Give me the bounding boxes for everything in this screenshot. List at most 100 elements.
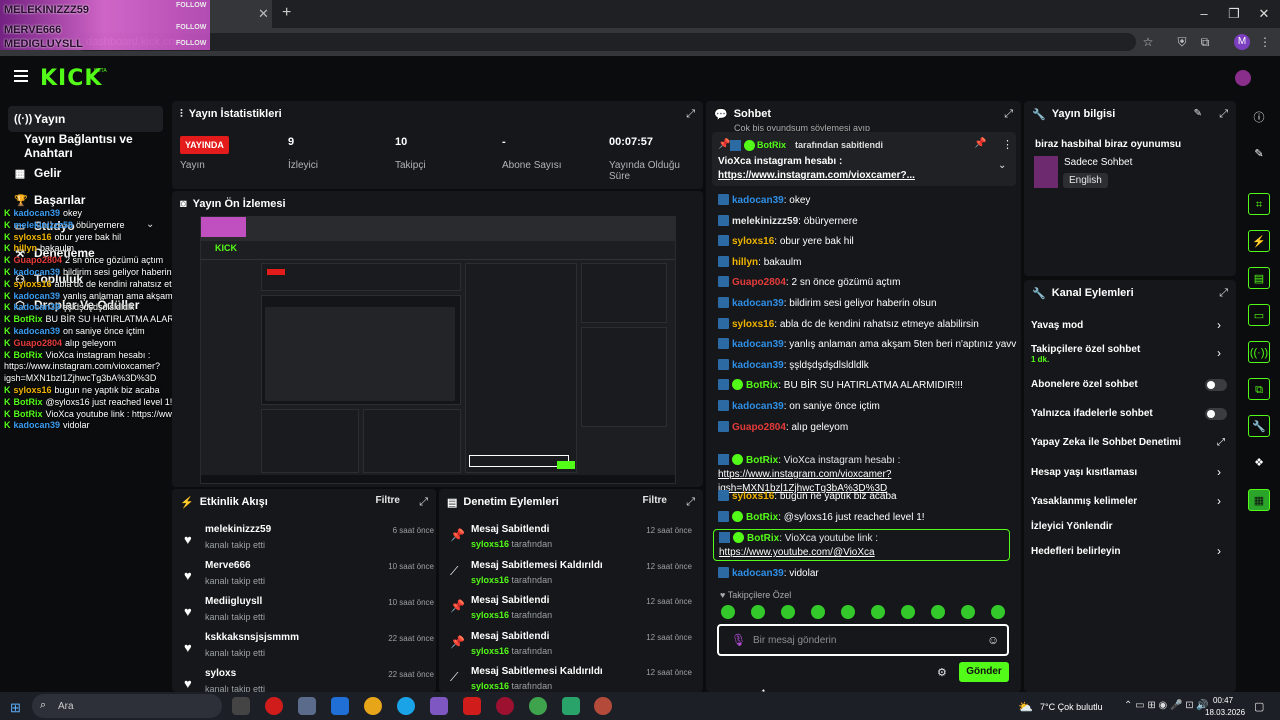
profile-avatar[interactable]: M [1234, 34, 1250, 50]
expand-icon[interactable]: ⤢ [419, 496, 428, 509]
moderation-item[interactable]: 📌 Mesaj Sabitlendi syloxs16 tarafından 12 s… [450, 595, 692, 629]
channel-action[interactable]: Hesap yaşı kısıtlaması [1031, 467, 1231, 478]
channel-action[interactable]: Yapay Zeka ile Sohbet Denetimi [1031, 437, 1231, 448]
channel-action[interactable]: İzleyici Yönlendir [1031, 521, 1231, 532]
chat-input[interactable]: 🎙 Bir mesaj gönderin ☺ [717, 624, 1009, 656]
task-view-icon[interactable] [232, 697, 250, 715]
sidebar-item-stream-key[interactable]: Yayın Bağlantısı ve Anahtarı [18, 132, 173, 160]
minimize-icon[interactable]: – [1194, 6, 1214, 21]
star-icon[interactable]: ☆ [1141, 35, 1155, 49]
close-tab-icon[interactable]: ✕ [258, 6, 269, 22]
edit-icon[interactable]: ✎ [1194, 108, 1202, 119]
pinned-link[interactable]: https://www.instagram.com/vioxcamer?... [718, 170, 915, 181]
expand-icon[interactable]: ⤢ [686, 108, 695, 121]
chrome-icon[interactable] [364, 697, 382, 715]
channel-action[interactable]: Takipçilere özel sohbet 1 dk. [1031, 344, 1231, 364]
send-button[interactable]: Gönder [959, 662, 1009, 682]
chevron-right-icon[interactable]: › [1217, 544, 1221, 558]
chat-username[interactable]: BotRix [746, 512, 778, 523]
chat-icon[interactable]: ▭ [1248, 304, 1270, 326]
emote-icon[interactable] [811, 605, 825, 619]
chevron-right-icon[interactable]: › [1217, 494, 1221, 508]
chat-username[interactable]: kadocan39 [732, 401, 784, 412]
clipboard-icon[interactable]: ▤ [1248, 267, 1270, 289]
chat-username[interactable]: kadocan39 [732, 298, 784, 309]
emote-icon[interactable] [931, 605, 945, 619]
external-link-icon[interactable]: ⤢ [1217, 437, 1225, 448]
chevron-right-icon[interactable]: › [1217, 465, 1221, 479]
chat-link[interactable]: https://www.instagram.com/vioxcamer? [718, 469, 891, 480]
menu-kebab-icon[interactable]: ⋮ [1258, 35, 1272, 49]
emote-icon[interactable] [901, 605, 915, 619]
toggle-switch[interactable] [1205, 379, 1227, 391]
app-icon[interactable] [463, 697, 481, 715]
emote-icon[interactable] [841, 605, 855, 619]
sidebar-item-yayin[interactable]: ((·)) Yayın [8, 106, 163, 132]
pencil-icon[interactable]: ✎ [1248, 143, 1270, 165]
taskbar-search[interactable]: ⌕ Ara [32, 694, 222, 718]
user-avatar[interactable] [1235, 70, 1251, 86]
weather-text[interactable]: 7°C Çok bulutlu [1040, 702, 1103, 712]
new-tab-icon[interactable]: + [282, 4, 291, 22]
chevron-right-icon[interactable]: › [1217, 318, 1221, 332]
edge-icon[interactable] [397, 697, 415, 715]
moderation-item[interactable]: 📌 Mesaj Sabitlendi syloxs16 tarafından 12 s… [450, 524, 692, 558]
chat-username[interactable]: syloxs16 [732, 491, 774, 502]
chrome-icon[interactable] [594, 697, 612, 715]
chat-username[interactable]: kadocan39 [732, 360, 784, 371]
moderation-item[interactable]: 📌 Mesaj Sabitlendi syloxs16 tarafından 12 s… [450, 631, 692, 665]
url-field[interactable]: dashboard.kick.com [76, 33, 1136, 51]
filter-button[interactable]: Filtre [376, 495, 400, 506]
lightning-icon[interactable]: ⚡ [1248, 230, 1270, 252]
gear-icon[interactable]: ⚙ [937, 666, 947, 679]
chevron-right-icon[interactable]: › [1217, 346, 1221, 360]
notification-icon[interactable]: ▢ [1254, 700, 1264, 713]
channel-action[interactable]: Yavaş mod [1031, 320, 1231, 331]
chat-username[interactable]: Guapo2804 [732, 422, 786, 433]
chevron-down-icon[interactable]: ⌄ [998, 160, 1006, 171]
expand-icon[interactable]: ⤢ [1219, 287, 1228, 300]
toggle-switch[interactable] [1205, 408, 1227, 420]
activity-feed-item[interactable]: ♥ Mediigluysll kanalı takip etti 10 saat ön… [184, 596, 434, 630]
more-options-icon[interactable]: ⋮ [1002, 138, 1013, 151]
shapes-icon[interactable]: ❖ [1248, 452, 1270, 474]
activity-feed-item[interactable]: ♥ melekinizzz59 kanalı takip etti 6 saat ön… [184, 524, 434, 558]
expand-icon[interactable]: ⤢ [1219, 108, 1228, 121]
emote-icon[interactable] [871, 605, 885, 619]
shield-extension-icon[interactable]: ⛨ [1175, 35, 1189, 49]
chat-username[interactable]: kadocan39 [732, 195, 784, 206]
chat-username[interactable]: hillyn [732, 257, 758, 268]
hamburger-menu-icon[interactable] [14, 70, 28, 82]
microphone-icon[interactable]: 🎙 [731, 633, 746, 647]
layout-icon[interactable]: ⧉ [1248, 378, 1270, 400]
channel-action[interactable]: Yasaklanmış kelimeler [1031, 496, 1231, 507]
emote-icon[interactable] [991, 605, 1005, 619]
extensions-icon[interactable]: ⧉ [1198, 35, 1212, 49]
mail-icon[interactable] [331, 697, 349, 715]
chat-link[interactable]: https://www.youtube.com/@VioXca [719, 547, 875, 558]
close-window-icon[interactable]: ✕ [1254, 6, 1274, 22]
sidebar-item-gelir[interactable]: ▦ Gelir [8, 160, 163, 186]
app-icon[interactable] [298, 697, 316, 715]
expand-icon[interactable]: ⤢ [1004, 108, 1013, 121]
chat-username[interactable]: syloxs16 [732, 236, 774, 247]
chat-username[interactable]: BotRix [746, 455, 778, 466]
tray-icons[interactable]: ⌃ ▭ ⊞ ◉ 🎤 ⊡ 🔊 [1124, 700, 1209, 711]
windows-start-icon[interactable]: ⊞ [10, 700, 21, 716]
chat-username[interactable]: kadocan39 [732, 339, 784, 350]
pinned-message[interactable]: 📌 BotRix tarafından sabitlendi 📌 ⋮ VioXc… [712, 132, 1016, 186]
chat-username[interactable]: Guapo2804 [732, 277, 786, 288]
chat-username[interactable]: BotRix [747, 533, 779, 544]
pin-icon[interactable]: 📌 [974, 138, 986, 149]
crop-icon[interactable]: ⌗ [1248, 193, 1270, 215]
app-icon[interactable] [562, 697, 580, 715]
channel-action[interactable]: Hedefleri belirleyin [1031, 546, 1231, 557]
chat-username[interactable]: melekinizzz59 [732, 216, 798, 227]
opera-icon[interactable] [265, 697, 283, 715]
chevron-down-icon[interactable]: ⌄ [146, 219, 154, 230]
emote-icon[interactable] [781, 605, 795, 619]
expand-icon[interactable]: ⤢ [686, 496, 695, 509]
broadcast-icon[interactable]: ((·)) [1248, 341, 1270, 363]
stream-preview-video[interactable]: KICK [200, 216, 676, 484]
emote-icon[interactable] [751, 605, 765, 619]
